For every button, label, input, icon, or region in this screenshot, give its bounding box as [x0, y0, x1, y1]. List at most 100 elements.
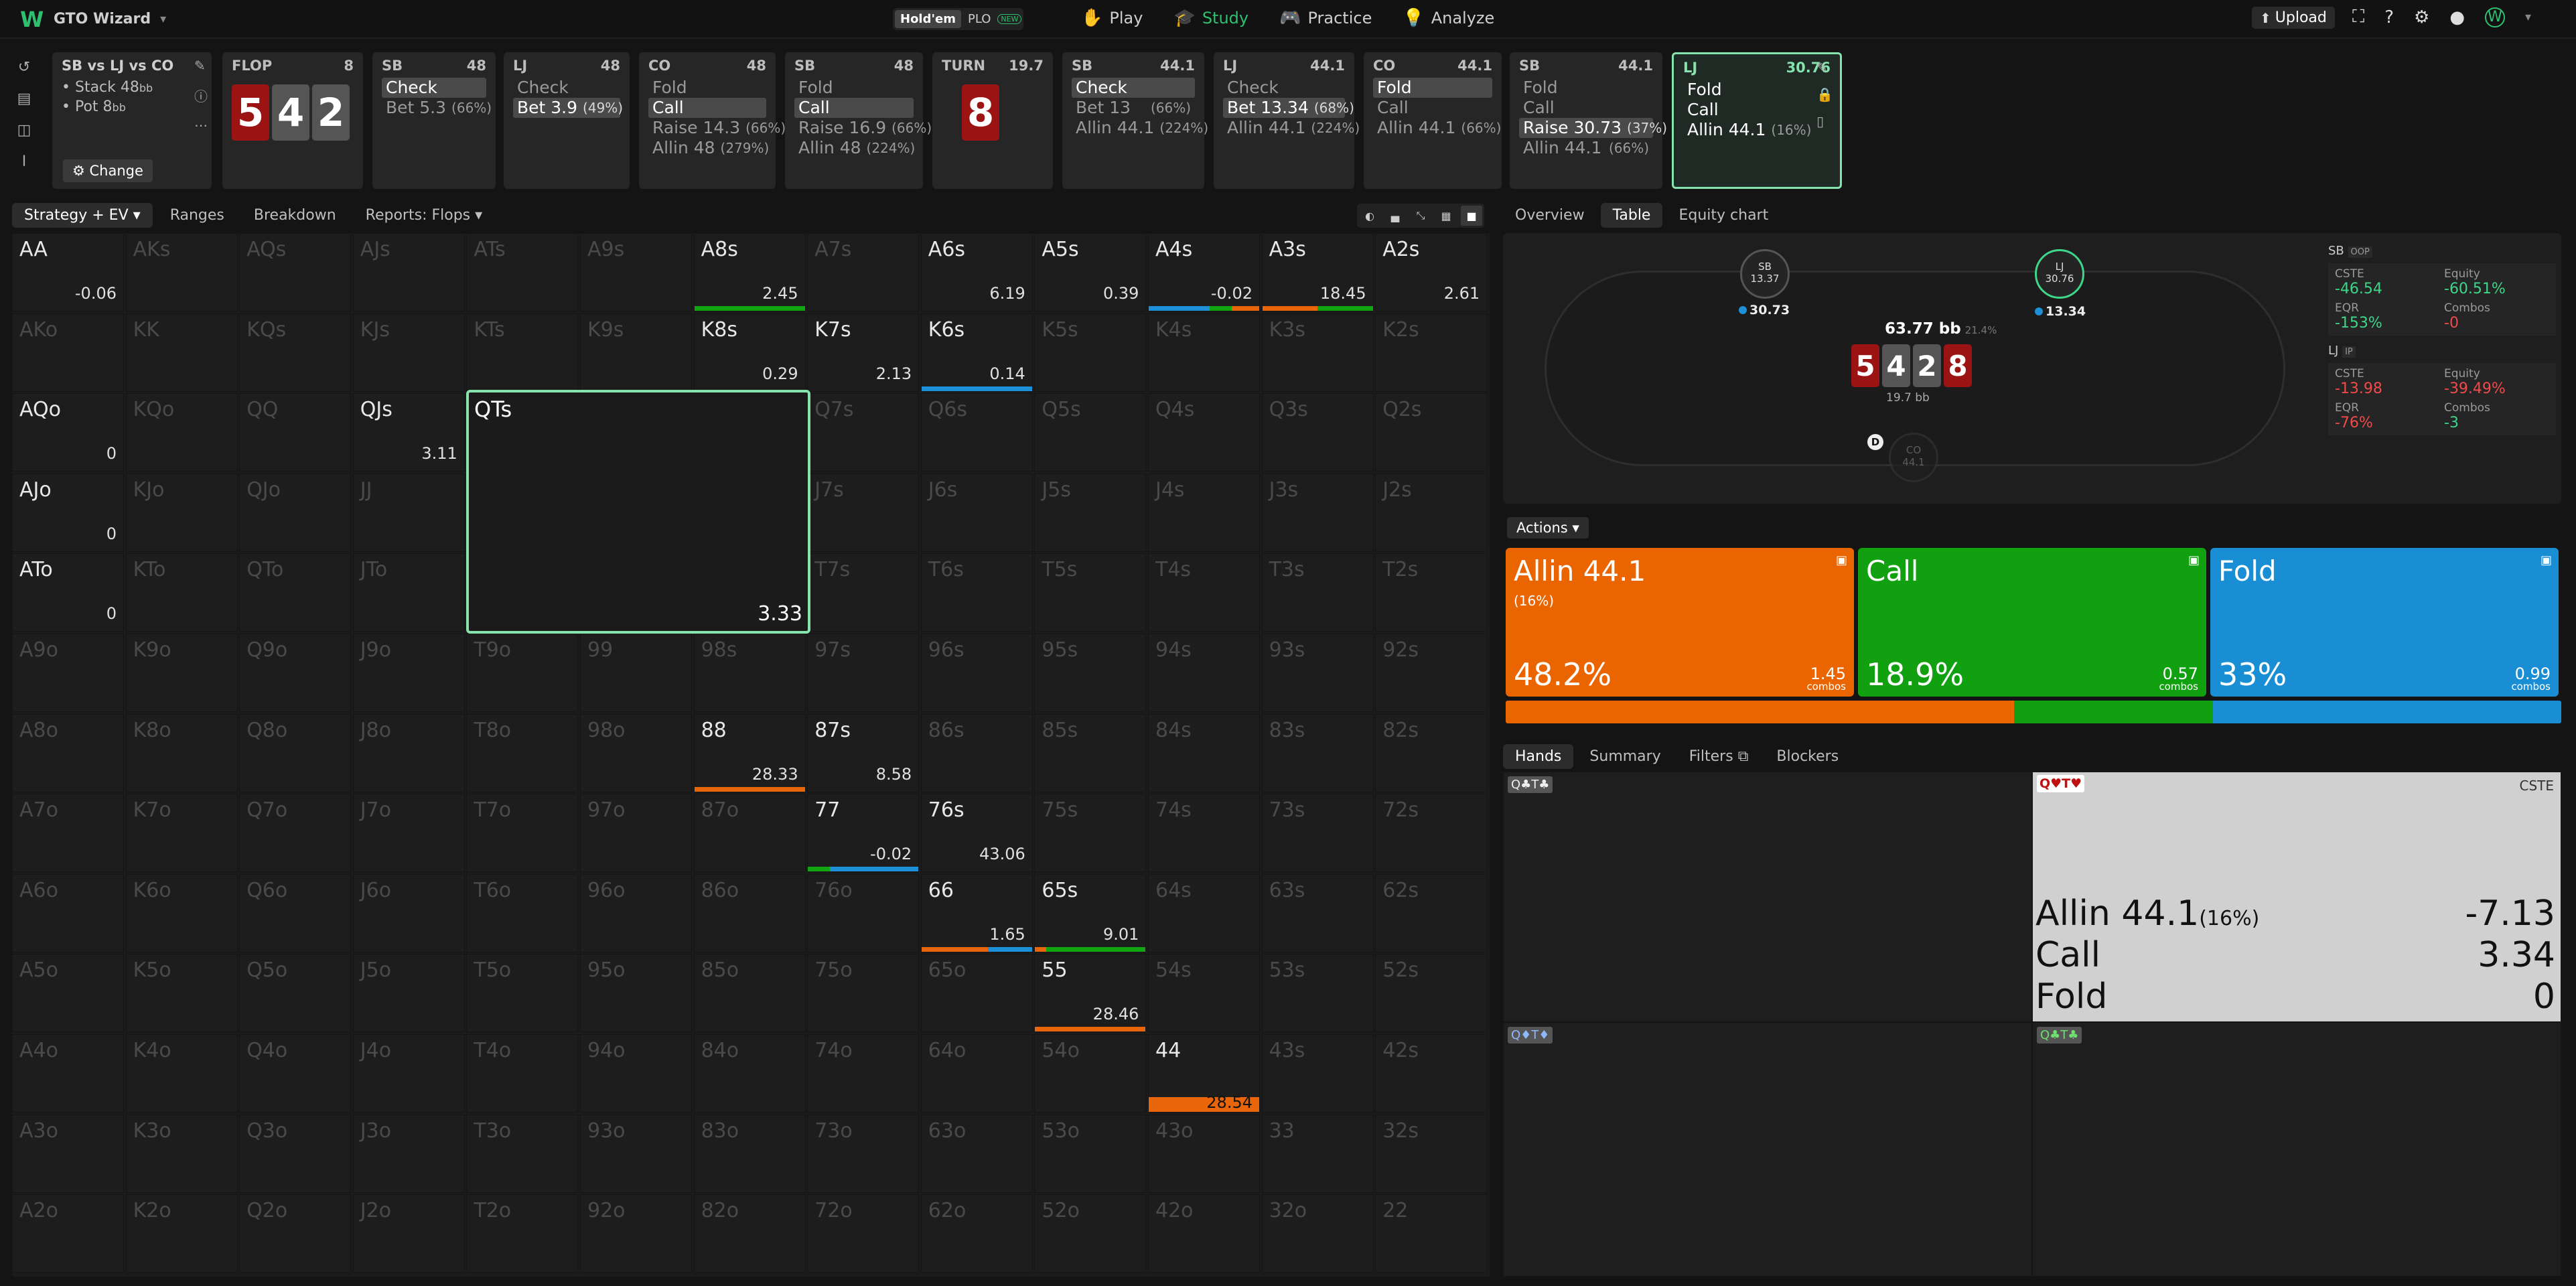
hand-cell-83o[interactable]: 83o	[693, 1114, 806, 1193]
action-tile-call[interactable]: Call 18.9% 0.57 combos ▣	[1858, 548, 2206, 697]
gamepad-icon[interactable]: ◫	[17, 122, 31, 139]
menu-analyze[interactable]: 💡 Analyze	[1396, 5, 1501, 31]
tab-ranges[interactable]: Ranges	[158, 203, 236, 228]
hand-cell-t2s[interactable]: T2s	[1375, 553, 1488, 632]
hand-cell-72o[interactable]: 72o	[807, 1194, 920, 1273]
hand-cell-73s[interactable]: 73s	[1261, 794, 1374, 873]
hand-cell-a4o[interactable]: A4o	[12, 1034, 124, 1113]
hand-cell-93s[interactable]: 93s	[1261, 634, 1374, 712]
hand-cell-86o[interactable]: 86o	[693, 873, 806, 952]
hand-cell-63o[interactable]: 63o	[920, 1114, 1033, 1193]
expand-icon[interactable]: ▣	[1836, 553, 1847, 567]
view-half-icon[interactable]: ▄	[1384, 206, 1406, 226]
tab-table[interactable]: Table	[1600, 202, 1663, 228]
hand-cell-53s[interactable]: 53s	[1261, 954, 1374, 1033]
hand-cell-64s[interactable]: 64s	[1148, 873, 1260, 952]
share-icon[interactable]: ⋯	[194, 117, 208, 133]
hand-cell-a2s[interactable]: A2s 2.61	[1375, 233, 1488, 311]
hand-cell-t6s[interactable]: T6s	[920, 553, 1033, 632]
action-card-sb[interactable]: SB 48 Check Bet 5.3 (66%)	[372, 52, 496, 189]
action-option[interactable]: Check	[513, 78, 620, 98]
hand-cell-a5s[interactable]: A5s 0.39	[1034, 233, 1147, 311]
hand-cell-aa[interactable]: AA -0.06	[12, 233, 124, 311]
hand-cell-84o[interactable]: 84o	[693, 1034, 806, 1113]
info-icon[interactable]: ⓘ	[194, 86, 208, 105]
hand-cell-j8o[interactable]: J8o	[352, 713, 465, 792]
hand-cell-ats[interactable]: ATs	[466, 233, 579, 311]
hand-cell-98s[interactable]: 98s	[693, 634, 806, 712]
hand-cell-93o[interactable]: 93o	[580, 1114, 692, 1193]
action-option[interactable]: Fold	[1373, 78, 1492, 98]
action-card-sb[interactable]: SB 48 Fold Call Raise 16.9 (66%) Allin 48 (224%…	[785, 52, 932, 189]
chevron-down-icon[interactable]: ▾	[160, 12, 166, 26]
hand-cell-72s[interactable]: 72s	[1375, 794, 1488, 873]
hand-cell-54s[interactable]: 54s	[1148, 954, 1260, 1033]
hand-cell-95s[interactable]: 95s	[1034, 634, 1147, 712]
holdem-toggle[interactable]: Hold'em	[895, 10, 961, 28]
book-icon[interactable]: ▯	[1816, 113, 1833, 129]
action-option[interactable]: Allin 44.1 (224%)	[1223, 118, 1360, 138]
view-compress-icon[interactable]: ⤡	[1410, 206, 1431, 226]
hand-cell-q3s[interactable]: Q3s	[1261, 393, 1374, 472]
screenshot-icon[interactable]: ⛶	[2352, 7, 2364, 27]
hand-cell-t4o[interactable]: T4o	[466, 1034, 579, 1113]
action-card-turn[interactable]: TURN 19.7 8	[932, 52, 1053, 189]
hand-cell-j9o[interactable]: J9o	[352, 634, 465, 712]
hand-cell-kk[interactable]: KK	[125, 313, 238, 392]
hand-cell-aqs[interactable]: AQs	[239, 233, 352, 311]
hand-cell-ako[interactable]: AKo	[12, 313, 124, 392]
hand-cell-q4s[interactable]: Q4s	[1148, 393, 1260, 472]
hand-cell-q6o[interactable]: Q6o	[239, 873, 352, 952]
tab-blockers[interactable]: Blockers	[1764, 744, 1851, 769]
action-option[interactable]: Fold	[1519, 78, 1653, 98]
hand-cell-t3o[interactable]: T3o	[466, 1114, 579, 1193]
hand-cell-kjo[interactable]: KJo	[125, 473, 238, 552]
change-button[interactable]: ⚙ Change	[63, 159, 153, 182]
hand-cell-42o[interactable]: 42o	[1148, 1194, 1260, 1273]
actions-dropdown[interactable]: Actions ▾	[1507, 517, 1589, 539]
action-option[interactable]: Raise 16.9 (66%)	[794, 118, 932, 138]
hand-cell-53o[interactable]: 53o	[1034, 1114, 1147, 1193]
tab-equity-chart[interactable]: Equity chart	[1666, 203, 1780, 228]
hand-cell-q7s[interactable]: Q7s	[807, 393, 920, 472]
hand-cell-k5s[interactable]: K5s	[1034, 313, 1147, 392]
action-option[interactable]: Call	[1683, 100, 1831, 120]
hand-cell-a9s[interactable]: A9s	[580, 233, 692, 311]
hand-cell-92s[interactable]: 92s	[1375, 634, 1488, 712]
hand-cell-83s[interactable]: 83s	[1261, 713, 1374, 792]
hand-cell-q8o[interactable]: Q8o	[239, 713, 352, 792]
hand-cell-t5o[interactable]: T5o	[466, 954, 579, 1033]
hand-cell-k8s[interactable]: K8s 0.29	[693, 313, 806, 392]
hand-cell-87o[interactable]: 87o	[693, 794, 806, 873]
hand-cell-qjs[interactable]: QJs 3.11	[352, 393, 465, 472]
hand-cell-k3s[interactable]: K3s	[1261, 313, 1374, 392]
hand-cell-k6o[interactable]: K6o	[125, 873, 238, 952]
hand-cell-77[interactable]: 77 -0.02	[807, 794, 920, 873]
hand-cell-33[interactable]: 33	[1261, 1114, 1374, 1193]
action-card-sb[interactable]: SB 44.1 Fold Call Raise 30.73 (37%) Allin 44.1…	[1510, 52, 1667, 189]
action-option[interactable]: Call	[794, 98, 914, 118]
action-option[interactable]: Check	[1223, 78, 1345, 98]
view-grid-icon[interactable]: ▦	[1435, 206, 1457, 226]
action-card-lj[interactable]: LJ 48 Check Bet 3.9 (49%)	[504, 52, 630, 189]
hand-cell-32s[interactable]: 32s	[1375, 1114, 1488, 1193]
hand-cell-ajo[interactable]: AJo 0	[12, 473, 124, 552]
hand-cell-a3s[interactable]: A3s 18.45	[1261, 233, 1374, 311]
hand-cell-qto[interactable]: QTo	[239, 553, 352, 632]
hand-cell-44[interactable]: 44 28.54	[1148, 1034, 1260, 1113]
hand-cell-q3o[interactable]: Q3o	[239, 1114, 352, 1193]
hand-cell-22[interactable]: 22	[1375, 1194, 1488, 1273]
hand-cell-85s[interactable]: 85s	[1034, 713, 1147, 792]
hand-cell-kto[interactable]: KTo	[125, 553, 238, 632]
expand-icon[interactable]: ▣	[2541, 553, 2552, 567]
hand-cell-qq[interactable]: QQ	[239, 393, 352, 472]
hand-cell-ato[interactable]: ATo 0	[12, 553, 124, 632]
hand-cell-64o[interactable]: 64o	[920, 1034, 1033, 1113]
hand-cell-aqo[interactable]: AQo 0	[12, 393, 124, 472]
hand-cell-t4s[interactable]: T4s	[1148, 553, 1260, 632]
hand-cell-t8o[interactable]: T8o	[466, 713, 579, 792]
menu-study[interactable]: 🎓 Study	[1167, 5, 1255, 31]
action-option[interactable]: Raise 14.3 (66%)	[648, 118, 786, 138]
hand-cell-a9o[interactable]: A9o	[12, 634, 124, 712]
hand-cell-63s[interactable]: 63s	[1261, 873, 1374, 952]
